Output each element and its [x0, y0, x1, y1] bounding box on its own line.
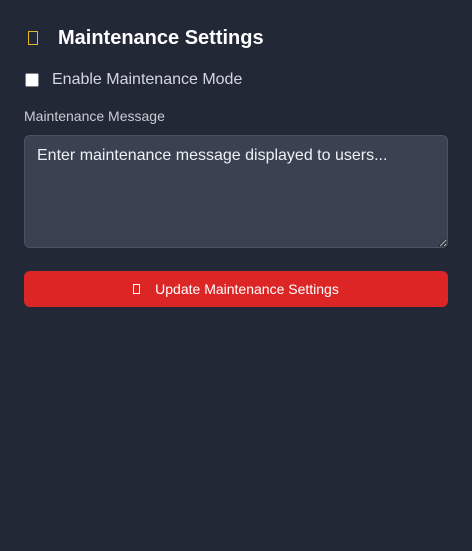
maintenance-mode-label[interactable]: Enable Maintenance Mode [52, 71, 242, 89]
save-icon [133, 284, 141, 294]
maintenance-mode-row[interactable]: Enable Maintenance Mode [24, 69, 448, 91]
panel-title: Maintenance Settings [58, 26, 264, 49]
maintenance-mode-checkbox[interactable] [25, 73, 39, 87]
update-maintenance-button-label: Update Maintenance Settings [155, 281, 339, 297]
update-maintenance-button[interactable]: Update Maintenance Settings [24, 271, 448, 307]
maintenance-message-input[interactable] [24, 135, 448, 248]
maintenance-message-wrapper [24, 135, 448, 248]
tools-icon [28, 31, 38, 45]
panel-header: Maintenance Settings [24, 24, 448, 52]
maintenance-settings-panel: Maintenance Settings Enable Maintenance … [24, 24, 448, 307]
maintenance-message-label: Maintenance Message [24, 108, 165, 124]
